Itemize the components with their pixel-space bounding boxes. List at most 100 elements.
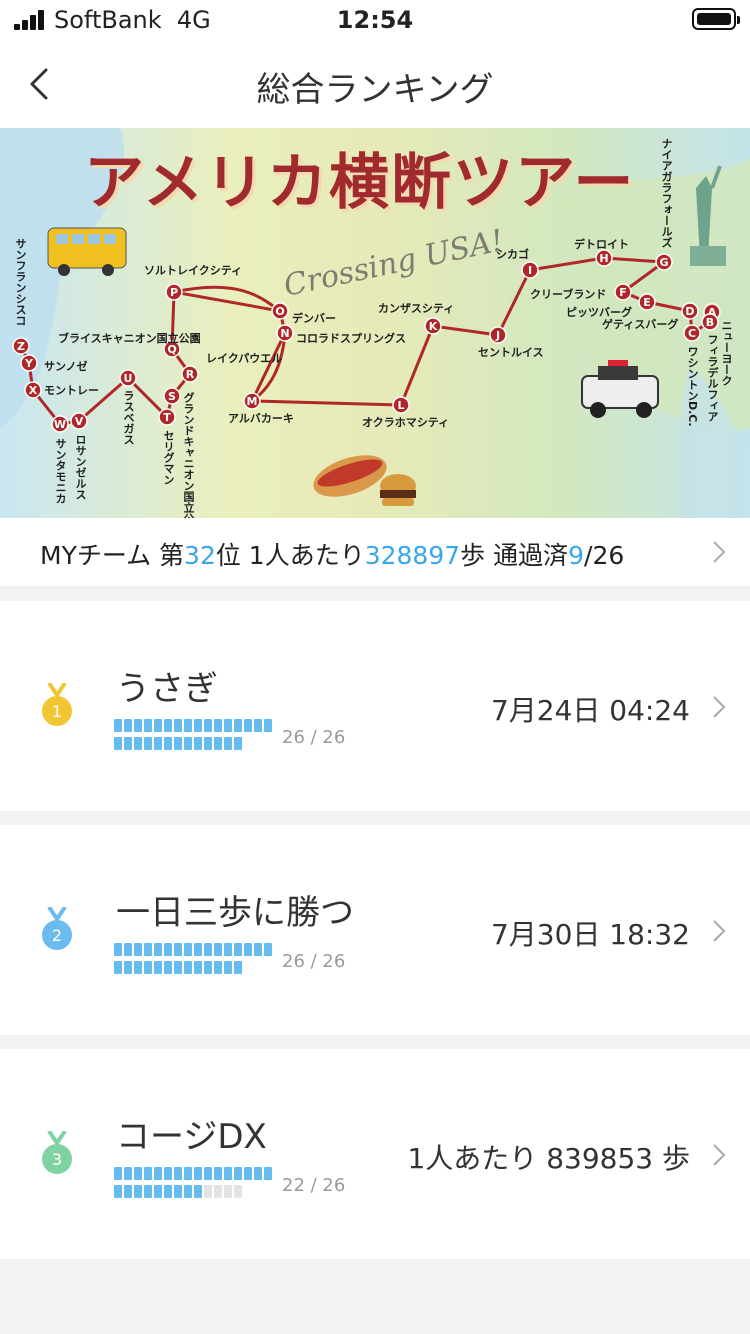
- progress-segment: [264, 719, 272, 732]
- progress-segment: [244, 1167, 252, 1180]
- map-stop-label: コロラドスプリングス: [296, 332, 406, 345]
- progress-segment: [124, 961, 132, 974]
- progress-segment: [134, 1185, 142, 1198]
- progress-segment: [204, 1185, 212, 1198]
- map-stop-label: グランドキャニオン国立公園: [182, 392, 195, 518]
- map-stop-x: X: [24, 381, 42, 399]
- map-stop-letter: F: [619, 286, 627, 299]
- progress-segment: [184, 943, 192, 956]
- map-stop-p: P: [165, 283, 183, 301]
- map-stop-l: L: [392, 396, 410, 414]
- banner-title: アメリカ横断ツアー: [84, 148, 636, 218]
- map-stop-letter: H: [599, 252, 608, 265]
- map-stop-d: D: [681, 302, 699, 320]
- medal-rank: 3: [52, 1150, 62, 1169]
- map-stop-y: Y: [20, 354, 38, 372]
- progress-text: 26 / 26: [282, 727, 346, 748]
- map-stop-label: ピッツバーグ: [566, 306, 632, 319]
- progress-segment: [224, 737, 232, 750]
- medal-icon: 3: [42, 1131, 72, 1174]
- progress-segment: [134, 719, 142, 732]
- map-stop-label: ラスベガス: [122, 390, 135, 445]
- map-stop-label: サンノゼ: [44, 360, 88, 373]
- progress-segment: [174, 1185, 182, 1198]
- progress-segment: [164, 943, 172, 956]
- map-stop-label: ニューヨーク: [720, 320, 733, 386]
- progress-bar: [114, 719, 284, 755]
- page-title: 総合ランキング: [256, 70, 494, 110]
- my-team-summary[interactable]: MYチーム 第32位 1人あたり328897歩 通過済9/26: [0, 518, 750, 586]
- progress-segment: [204, 961, 212, 974]
- progress-segment: [234, 737, 242, 750]
- progress-segment: [154, 719, 162, 732]
- progress-segment: [194, 737, 202, 750]
- team-name: コージDX: [116, 1117, 267, 1157]
- progress-segment: [124, 737, 132, 750]
- map-stop-s: S: [163, 387, 181, 405]
- progress-segment: [194, 719, 202, 732]
- progress-segment: [244, 719, 252, 732]
- progress-segment: [224, 961, 232, 974]
- ranking-card[interactable]: 1 うさぎ 26 / 26 7月24日 04:24: [0, 601, 750, 811]
- progress-segment: [184, 719, 192, 732]
- progress-bar: [114, 943, 284, 979]
- map-stop-letter: R: [186, 368, 195, 381]
- map-stop-c: C: [683, 324, 701, 342]
- progress-segment: [194, 1167, 202, 1180]
- progress-segment: [164, 1167, 172, 1180]
- ranking-card[interactable]: 3 コージDX 22 / 26 1人あたり 839853 歩: [0, 1049, 750, 1259]
- burger-icon: [380, 474, 416, 506]
- map-stop-label: サンタモニカ: [54, 438, 67, 504]
- map-stop-label: ナイアガラフォールズ: [660, 138, 673, 248]
- map-stop-letter: B: [706, 316, 714, 329]
- progress-segment: [194, 1185, 202, 1198]
- progress-segment: [184, 1167, 192, 1180]
- map-stop-v: V: [70, 412, 88, 430]
- progress-segment: [234, 961, 242, 974]
- progress-segment: [114, 719, 122, 732]
- navigation-bar: 総合ランキング: [0, 40, 750, 128]
- progress-segment: [174, 737, 182, 750]
- progress-segment: [114, 943, 122, 956]
- progress-segment: [204, 943, 212, 956]
- progress-segment: [114, 737, 122, 750]
- progress-segment: [144, 737, 152, 750]
- map-stop-t: T: [158, 408, 176, 426]
- progress-segment: [164, 961, 172, 974]
- ranking-card[interactable]: 2 一日三歩に勝つ 26 / 26 7月30日 18:32: [0, 825, 750, 1035]
- map-stop-letter: X: [29, 384, 38, 397]
- progress-segment: [154, 961, 162, 974]
- progress-segment: [144, 719, 152, 732]
- medal-icon: 2: [42, 907, 72, 950]
- map-stop-u: U: [119, 369, 137, 387]
- progress-segment: [204, 719, 212, 732]
- status-bar: SoftBank 4G 12:54: [0, 0, 750, 40]
- progress-segment: [214, 1185, 222, 1198]
- map-stop-label: シカゴ: [496, 248, 529, 261]
- map-stop-label: デンバー: [292, 312, 336, 325]
- progress-segment: [154, 1167, 162, 1180]
- map-stop-z: Z: [12, 337, 30, 355]
- map-stop-letter: G: [659, 256, 668, 269]
- map-stop-letter: I: [528, 264, 532, 277]
- map-stop-letter: D: [685, 305, 694, 318]
- chevron-right-icon: [713, 1144, 726, 1166]
- map-stop-label: アルバカーキ: [228, 412, 294, 425]
- map-stop-label: ソルトレイクシティ: [144, 264, 243, 277]
- progress-segment: [164, 719, 172, 732]
- map-stop-label: セントルイス: [478, 346, 544, 359]
- my-team-steps: 328897: [364, 541, 461, 570]
- route-map-banner[interactable]: ABCDEFGHIJKLMNOPQRSTUVWXYZ アメリカ横断ツアー Cro…: [0, 128, 750, 518]
- map-stop-label: モントレー: [44, 384, 99, 397]
- progress-segment: [254, 943, 262, 956]
- map-stop-label: ロサンゼルス: [74, 434, 87, 500]
- progress-segment: [144, 1167, 152, 1180]
- progress-segment: [124, 943, 132, 956]
- map-stop-e: E: [638, 293, 656, 311]
- my-team-summary-text: MYチーム 第32位 1人あたり328897歩 通過済9/26: [40, 541, 625, 570]
- map-stop-letter: N: [280, 327, 289, 340]
- map-stop-label: セリグマン: [162, 430, 175, 485]
- map-stop-label: カンザスシティ: [378, 302, 455, 315]
- ranking-value: 7月24日 04:24: [490, 694, 690, 727]
- progress-segment: [214, 737, 222, 750]
